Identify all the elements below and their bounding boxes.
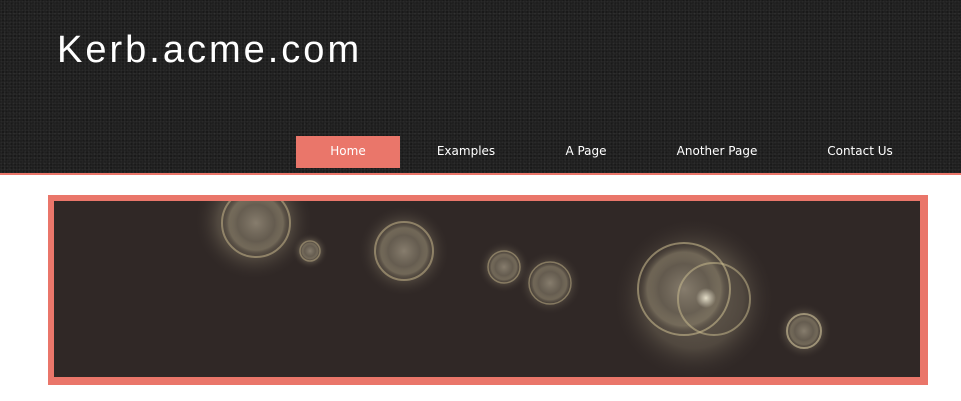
site-header: Kerb.acme.com Home Examples A Page Anoth… (0, 0, 961, 173)
nav-item-home[interactable]: Home (296, 136, 400, 168)
header-accent-rule (0, 173, 961, 175)
site-title[interactable]: Kerb.acme.com (57, 28, 362, 72)
nav-item-contact-us[interactable]: Contact Us (818, 136, 902, 168)
bokeh-lights-icon (194, 201, 832, 377)
banner-frame (48, 195, 928, 385)
bokeh-banner-image (54, 201, 920, 377)
nav-item-a-page[interactable]: A Page (553, 136, 619, 168)
nav-item-another-page[interactable]: Another Page (668, 136, 766, 168)
nav-item-examples[interactable]: Examples (426, 136, 506, 168)
main-nav: Home Examples A Page Another Page Contac… (0, 136, 961, 168)
